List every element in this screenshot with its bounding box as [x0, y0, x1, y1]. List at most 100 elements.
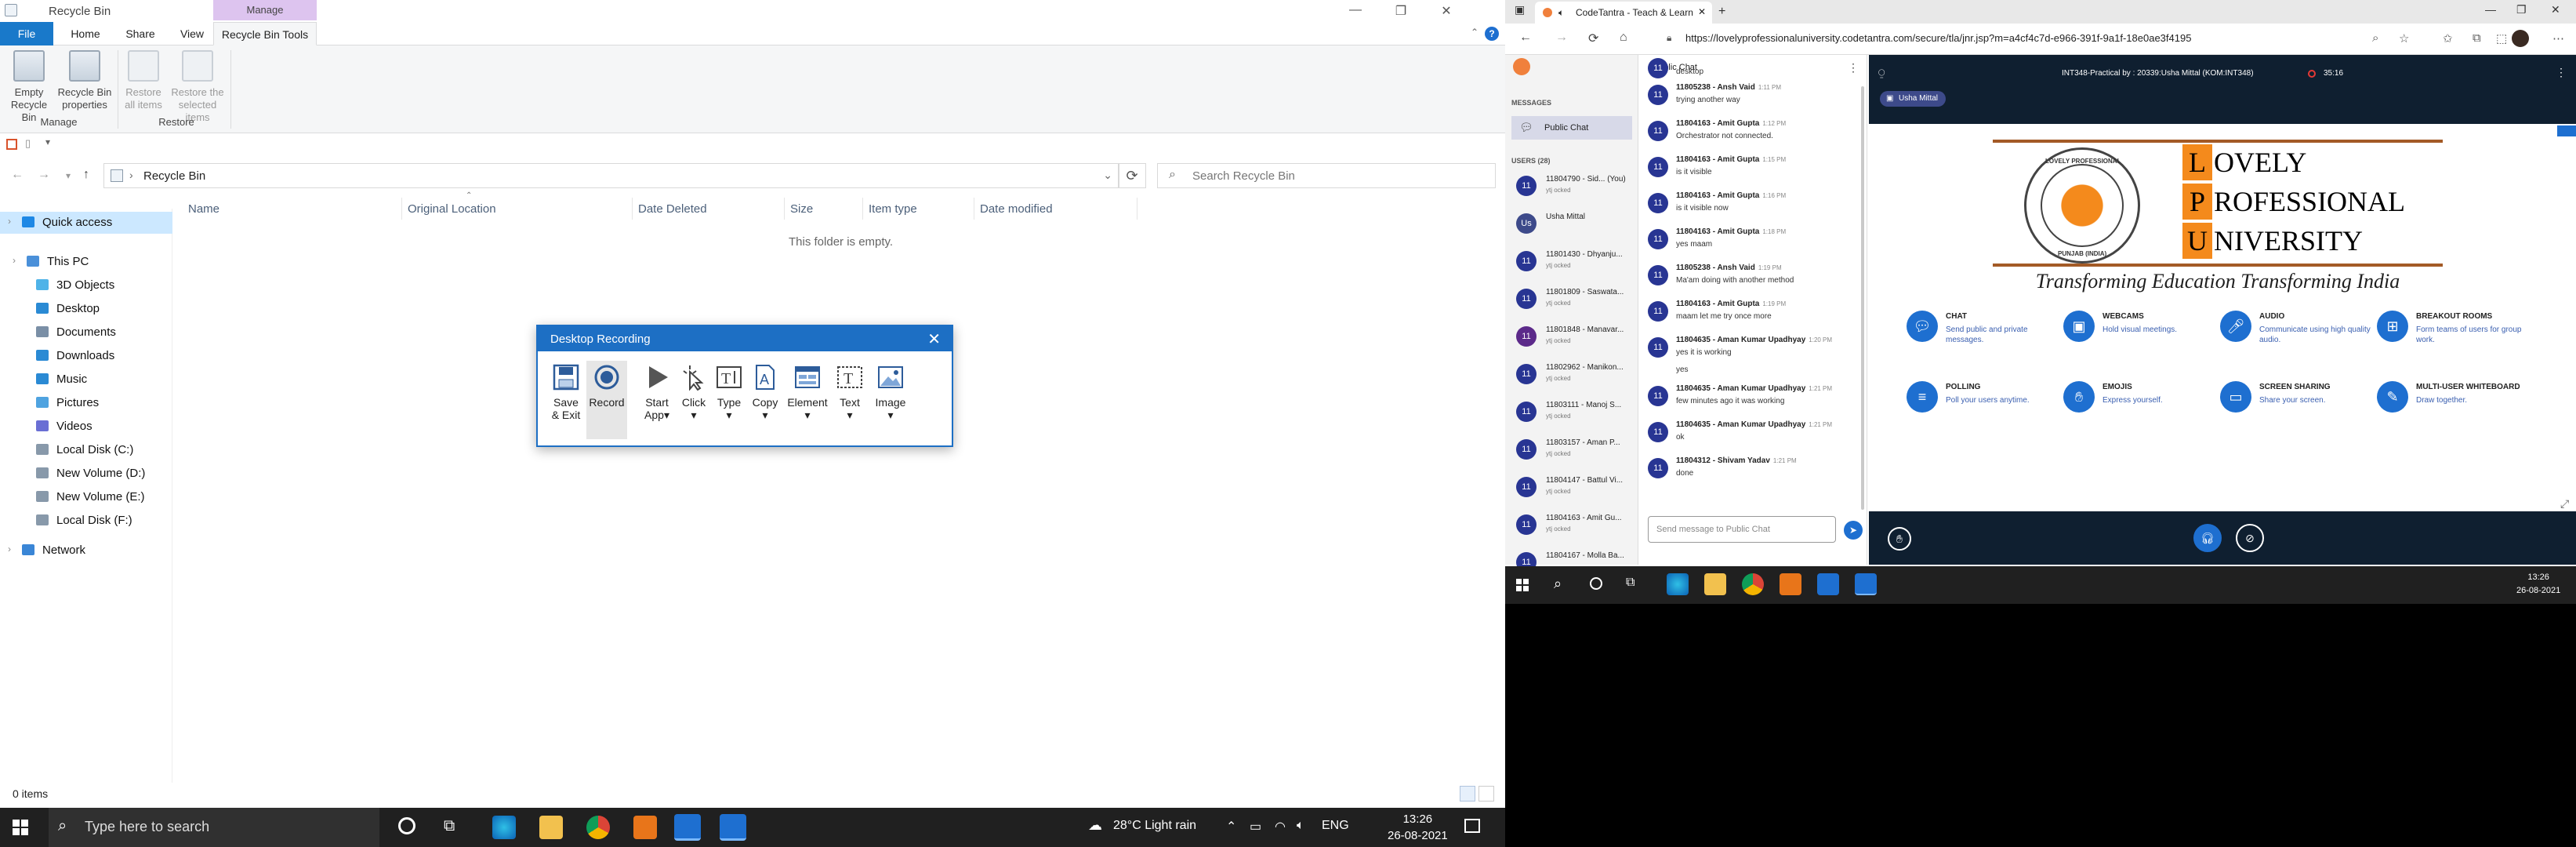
chevron-right-icon[interactable]: ›	[8, 216, 11, 227]
save-exit-button[interactable]: Save & Exit	[550, 364, 582, 421]
chevron-right-icon[interactable]: ›	[8, 543, 11, 554]
chat-message-input[interactable]: Send message to Public Chat	[1648, 516, 1836, 543]
column-separator[interactable]	[632, 198, 633, 220]
file-explorer-icon[interactable]	[539, 816, 563, 839]
uipath-studio-icon[interactable]	[720, 814, 746, 841]
sublime-text-icon[interactable]	[633, 816, 657, 839]
file-explorer-icon[interactable]	[1704, 573, 1726, 595]
customize-dropdown-icon[interactable]: ▾	[45, 136, 50, 147]
volume-icon[interactable]: 🔈︎	[1297, 819, 1304, 833]
text-button[interactable]: T Text ▾	[834, 364, 865, 421]
minimize-button[interactable]: —	[2485, 3, 2496, 16]
tab-home[interactable]: Home	[60, 22, 111, 45]
nav-item[interactable]: › Quick access	[0, 212, 172, 234]
options-menu-icon[interactable]: ⋮	[2556, 66, 2567, 79]
up-arrow-icon[interactable]: ↑	[83, 168, 89, 182]
more-options-icon[interactable]: ⋮	[1848, 61, 1859, 75]
edge-icon[interactable]	[492, 816, 516, 839]
weather-text[interactable]: 28°C Light rain	[1113, 819, 1196, 833]
nav-item[interactable]: Local Disk (C:)	[0, 439, 172, 461]
user-list-toggle-icon[interactable]: ⍜	[1878, 66, 1885, 79]
address-bar[interactable]: › Recycle Bin ⌄	[103, 163, 1119, 188]
breadcrumb[interactable]: Recycle Bin	[143, 169, 205, 183]
column-header-original-location[interactable]: Original Location	[408, 202, 496, 216]
windows-start-icon[interactable]	[13, 820, 28, 835]
type-button[interactable]: T Type ▾	[713, 364, 745, 421]
nav-item[interactable]: Downloads	[0, 345, 172, 367]
reload-icon[interactable]: ⟳	[1588, 31, 1598, 46]
manage-context-tab[interactable]: Manage	[213, 0, 317, 20]
element-button[interactable]: Element ▾	[785, 364, 829, 421]
home-icon[interactable]: ⌂	[1620, 31, 1627, 45]
large-icons-view-icon[interactable]	[1478, 786, 1494, 802]
minimize-button[interactable]: —	[1337, 3, 1373, 17]
public-chat-item[interactable]: 💬︎ Public Chat	[1511, 116, 1632, 140]
task-view-icon[interactable]: ⧉	[1626, 576, 1634, 590]
notification-icon[interactable]	[1464, 819, 1480, 833]
chat-scrollbar[interactable]	[1861, 86, 1864, 510]
back-arrow-icon[interactable]: ←	[11, 168, 24, 182]
search-input[interactable]: ⌕ Search Recycle Bin	[1157, 163, 1496, 188]
nav-item[interactable]: › This PC	[0, 251, 172, 273]
column-separator[interactable]	[784, 198, 785, 220]
column-separator[interactable]	[862, 198, 863, 220]
user-list-item[interactable]: 11 11801848 - Manavar... ytj ocked	[1505, 318, 1638, 356]
nav-item[interactable]: Local Disk (F:)	[0, 510, 172, 532]
nav-item[interactable]: › Network	[0, 540, 172, 562]
user-list-item[interactable]: 11 11801809 - Saswata... ytj ocked	[1505, 281, 1638, 318]
chrome-icon[interactable]	[586, 816, 610, 839]
maximize-button[interactable]: ❐	[1383, 3, 1419, 19]
user-list-item[interactable]: Us Usha Mittal	[1505, 205, 1638, 243]
collections-icon[interactable]: ⧉	[2473, 31, 2481, 45]
secondary-clock[interactable]: 13:26 26-08-2021	[2516, 571, 2560, 598]
cortana-icon[interactable]	[1590, 577, 1602, 590]
record-button[interactable]: Record	[586, 361, 627, 439]
user-list-item[interactable]: 11 11801430 - Dhyanju... ytj ocked	[1505, 243, 1638, 281]
start-app-button[interactable]: Start App▾	[641, 364, 673, 421]
weather-icon[interactable]: ☁	[1088, 817, 1102, 834]
tab-actions-icon[interactable]: ▣	[1515, 3, 1525, 16]
column-header-date-deleted[interactable]: Date Deleted	[638, 202, 707, 216]
nav-item[interactable]: New Volume (D:)	[0, 463, 172, 485]
checkmark-icon[interactable]	[6, 139, 17, 150]
taskbar-search-input[interactable]: ⌕ Type here to search	[49, 808, 379, 847]
chevron-up-icon[interactable]: ⌃	[1226, 819, 1236, 834]
zoom-icon[interactable]: ⌕	[2372, 31, 2378, 45]
raise-hand-icon[interactable]: ✋︎	[1888, 527, 1911, 551]
restore-selected-button[interactable]: Restore the selected items	[168, 50, 227, 124]
profile-avatar[interactable]	[2512, 30, 2529, 47]
refresh-button[interactable]: ⟳	[1118, 163, 1146, 188]
tab-share[interactable]: Share	[114, 22, 166, 45]
close-icon[interactable]: ✕	[927, 329, 941, 349]
camera-off-icon[interactable]: ⊘	[2236, 524, 2264, 552]
nav-item[interactable]: Documents	[0, 322, 172, 344]
nav-item[interactable]: Music	[0, 369, 172, 391]
column-separator[interactable]	[401, 198, 402, 220]
browser-tab[interactable]: 🔈︎ CodeTantra - Teach & Learn ✕	[1535, 2, 1712, 24]
column-header-item-type[interactable]: Item type	[869, 202, 917, 216]
empty-recycle-bin-button[interactable]: Empty Recycle Bin	[5, 50, 53, 124]
recent-dropdown-icon[interactable]: ▾	[66, 170, 71, 181]
tab-view[interactable]: View	[168, 22, 216, 45]
column-header-size[interactable]: Size	[790, 202, 813, 216]
speaker-icon[interactable]: 🔈︎	[1558, 7, 1564, 19]
new-tab-icon[interactable]: +	[1718, 5, 1725, 19]
battery-icon[interactable]: ▭	[1250, 819, 1261, 834]
recording-indicator-icon[interactable]	[2308, 70, 2316, 78]
clock[interactable]: 13:26 26-08-2021	[1388, 811, 1448, 844]
copy-button[interactable]: A Copy ▾	[749, 364, 781, 421]
edge-icon[interactable]	[1667, 573, 1689, 595]
lock-icon[interactable]: 🔒︎	[1667, 32, 1671, 44]
user-list-item[interactable]: 11 11804163 - Amit Gu... ytj ocked	[1505, 507, 1638, 544]
send-icon[interactable]: ➤	[1844, 521, 1863, 540]
user-list-item[interactable]: 11 11804790 - Sid... (You) ytj ocked	[1505, 168, 1638, 205]
forward-arrow-icon[interactable]: →	[38, 168, 50, 182]
column-header-name[interactable]: Name	[188, 202, 220, 216]
uipath-studio-icon[interactable]	[674, 814, 701, 841]
user-list-item[interactable]: 11 11802962 - Manikon... ytj ocked	[1505, 356, 1638, 394]
back-arrow-icon[interactable]: ←	[1519, 31, 1532, 45]
sublime-text-icon[interactable]	[1780, 573, 1801, 595]
user-list-item[interactable]: 11 11804147 - Battul Vi... ytj ocked	[1505, 469, 1638, 507]
nav-item[interactable]: New Volume (E:)	[0, 486, 172, 508]
uipath-studio-icon[interactable]	[1855, 573, 1877, 595]
